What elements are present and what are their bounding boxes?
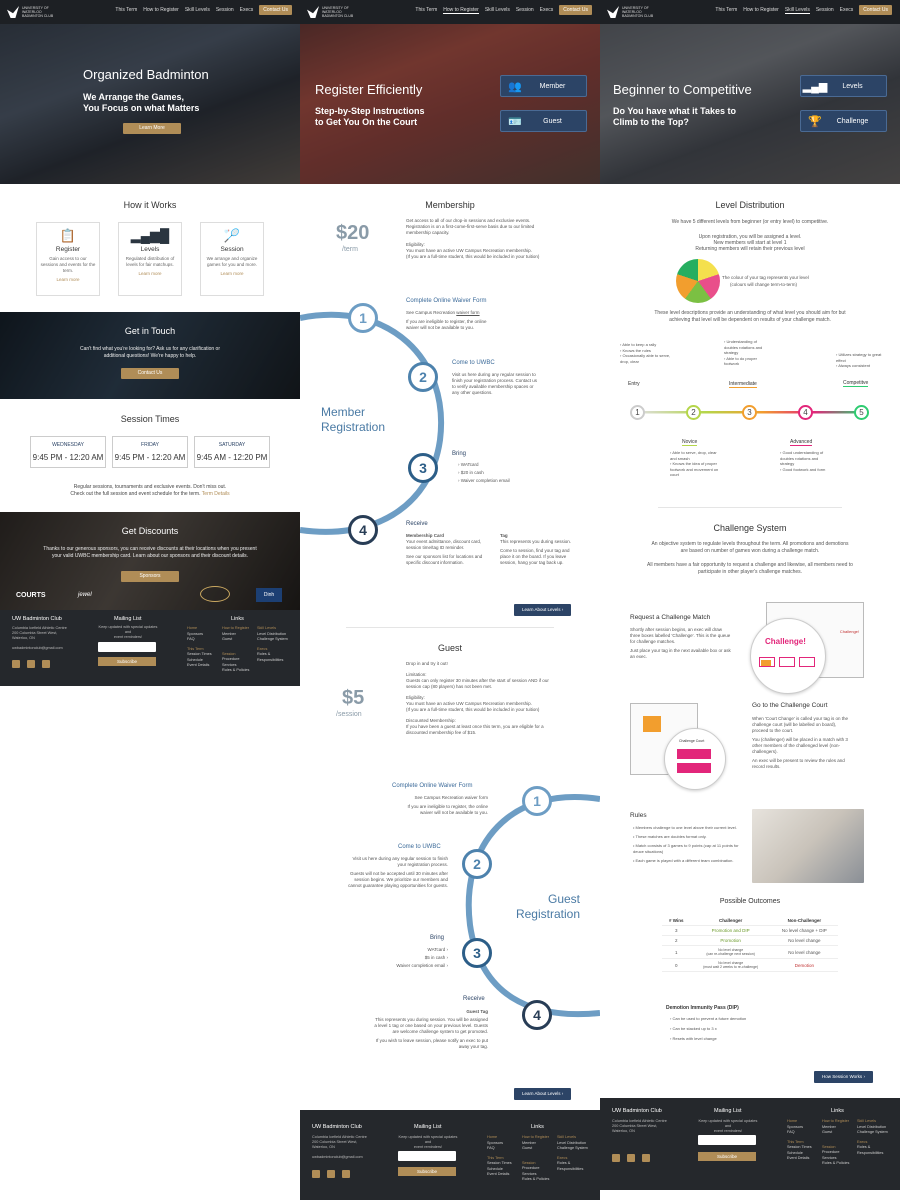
level-1-node: 1 <box>630 405 645 420</box>
nav-skill-levels[interactable]: Skill Levels <box>185 7 210 13</box>
learn-about-levels-button[interactable]: Learn About Levels › <box>514 604 572 616</box>
session-box-friday: FRIDAY 9:45 PM - 12:20 AM <box>112 436 188 468</box>
nav-session[interactable]: Session <box>216 7 234 13</box>
guest-button[interactable]: 🪪 Guest <box>500 110 587 132</box>
levels-button[interactable]: ▂▄▆ Levels <box>800 75 887 97</box>
session-box-wednesday: WEDNESDAY 9:45 PM - 12:20 AM <box>30 436 106 468</box>
navbar: UNIVERSITY OF WATERLOO BADMINTON CLUB Th… <box>600 0 900 24</box>
levels-page: UNIVERSITY OF WATERLOO BADMINTON CLUB Th… <box>600 0 900 1190</box>
instagram-icon[interactable] <box>327 1170 335 1178</box>
sponsors-button[interactable]: Sponsors <box>121 571 179 582</box>
youtube-icon[interactable] <box>42 660 50 668</box>
register-page: UNIVERSITY OF WATERLOO BADMINTON CLUB Th… <box>300 0 600 1200</box>
youtube-icon[interactable] <box>642 1154 650 1162</box>
challenge-button[interactable]: 🏆 Challenge <box>800 110 887 132</box>
hero-subtitle-1: We Arrange the Games, <box>83 92 185 102</box>
bars-icon: ▂▄▆ <box>802 80 828 93</box>
instagram-icon[interactable] <box>27 660 35 668</box>
sponsor-logo-courts[interactable]: COURTS <box>16 592 46 599</box>
how-session-works-button[interactable]: How Session Works › <box>814 1071 873 1083</box>
colour-tags-image <box>676 259 720 303</box>
nav-how-to-register[interactable]: How to Register <box>143 7 179 13</box>
club-logo[interactable]: UNIVERSITY OF WATERLOO BADMINTON CLUB <box>7 4 67 20</box>
subscribe-button[interactable]: Subscribe <box>98 657 156 666</box>
term-details-link[interactable]: Term Details <box>202 491 230 497</box>
bars-icon: ▂▄▆█ <box>130 228 170 243</box>
club-logo[interactable]: UNIVERSITY OF WATERLOO BADMINTON CLUB <box>307 4 367 20</box>
touch-title: Get in Touch <box>124 326 176 336</box>
logo-bird-icon <box>307 6 319 18</box>
session-box-saturday: SATURDAY 9:45 AM - 12:20 PM <box>194 436 270 468</box>
guest-registration-label: Guest Registration <box>515 892 580 921</box>
member-button[interactable]: 👥 Member <box>500 75 587 97</box>
level-5-node: 5 <box>854 405 869 420</box>
id-card-icon: 🪪 <box>508 115 522 128</box>
member-registration-label: Member Registration <box>321 405 386 434</box>
register-hero: Register Efficiently Step-by-Step Instru… <box>300 24 600 184</box>
trophy-icon: 🏆 <box>808 115 822 128</box>
logo-bird-icon <box>7 6 19 18</box>
step-3-circle: 3 <box>408 453 438 483</box>
get-in-touch-section: Get in Touch Can't find what you're look… <box>0 312 300 399</box>
register-footer: UW Badminton Club Columbia Icefield Athl… <box>300 1110 600 1200</box>
sponsor-logo-dinh[interactable]: Dinh <box>256 588 282 602</box>
challenge-board-zoom: Challenge! <box>750 618 826 694</box>
how-it-works-title: How it Works <box>123 200 177 210</box>
facebook-icon[interactable] <box>12 660 20 668</box>
sponsor-logo-seal[interactable] <box>200 586 230 602</box>
navbar: UNIVERSITY OF WATERLOO BADMINTON CLUB Th… <box>0 0 300 24</box>
rules-photo <box>752 809 864 883</box>
home-hero: Organized Badminton We Arrange the Games… <box>0 24 300 184</box>
sponsor-logo-jewel[interactable]: jewel <box>78 592 92 598</box>
nav-contact-button[interactable]: Contact Us <box>259 5 292 15</box>
levels-footer: UW Badminton Club Columbia Icefield Athl… <box>600 1098 900 1190</box>
learn-about-levels-button-2[interactable]: Learn About Levels › <box>514 1088 572 1100</box>
get-discounts-section: Get Discounts Thanks to our generous spo… <box>0 512 300 610</box>
facebook-icon[interactable] <box>312 1170 320 1178</box>
session-times-title: Session Times <box>120 414 180 424</box>
racket-icon: 🏸 <box>223 228 241 243</box>
navbar: UNIVERSITY OF WATERLOO BADMINTON CLUB Th… <box>300 0 600 24</box>
youtube-icon[interactable] <box>342 1170 350 1178</box>
tag-icon <box>761 660 771 666</box>
waiver-form-link[interactable]: waiver form <box>456 310 479 315</box>
instagram-icon[interactable] <box>627 1154 635 1162</box>
level-3-node: 3 <box>742 405 757 420</box>
level-2-node: 2 <box>686 405 701 420</box>
club-logo[interactable]: UNIVERSITY OF WATERLOO BADMINTON CLUB <box>607 4 667 20</box>
register-card[interactable]: 📋 Register Gain access to our sessions and… <box>36 222 100 296</box>
users-icon: 👥 <box>508 80 522 93</box>
home-page: UNIVERSITY OF WATERLOO BADMINTON CLUB Th… <box>0 0 300 690</box>
clipboard-icon: 📋 <box>59 228 77 243</box>
learn-more-button[interactable]: Learn More <box>123 123 181 134</box>
home-footer: UW Badminton Club Columbia Icefield Athl… <box>0 610 300 686</box>
mailing-email-input[interactable] <box>98 642 156 652</box>
levels-hero: Beginner to Competitive Do You have what… <box>600 24 900 184</box>
step-4-circle: 4 <box>348 515 378 545</box>
challenge-court-zoom: Challenge Court <box>664 728 726 790</box>
hero-title: Organized Badminton <box>83 67 209 82</box>
logo-bird-icon <box>607 6 619 18</box>
nav-this-term[interactable]: This Term <box>115 7 137 13</box>
step-2-circle: 2 <box>408 362 438 392</box>
contact-us-button[interactable]: Contact Us <box>121 368 179 379</box>
step-1-circle: 1 <box>348 303 378 333</box>
footer-email[interactable]: uwbadmintonclub@gmail.com <box>12 646 67 651</box>
hero-subtitle-2: You Focus on what Matters <box>83 103 200 113</box>
nav-execs[interactable]: Execs <box>240 7 254 13</box>
level-4-node: 4 <box>798 405 813 420</box>
outcomes-table: # Wins Challenger Non-Challenger 3 Promotio… <box>662 916 838 972</box>
levels-card[interactable]: ▂▄▆█ Levels Regulated distribution of leve… <box>118 222 182 296</box>
facebook-icon[interactable] <box>612 1154 620 1162</box>
session-card[interactable]: 🏸 Session We arrange and organize games fo… <box>200 222 264 296</box>
